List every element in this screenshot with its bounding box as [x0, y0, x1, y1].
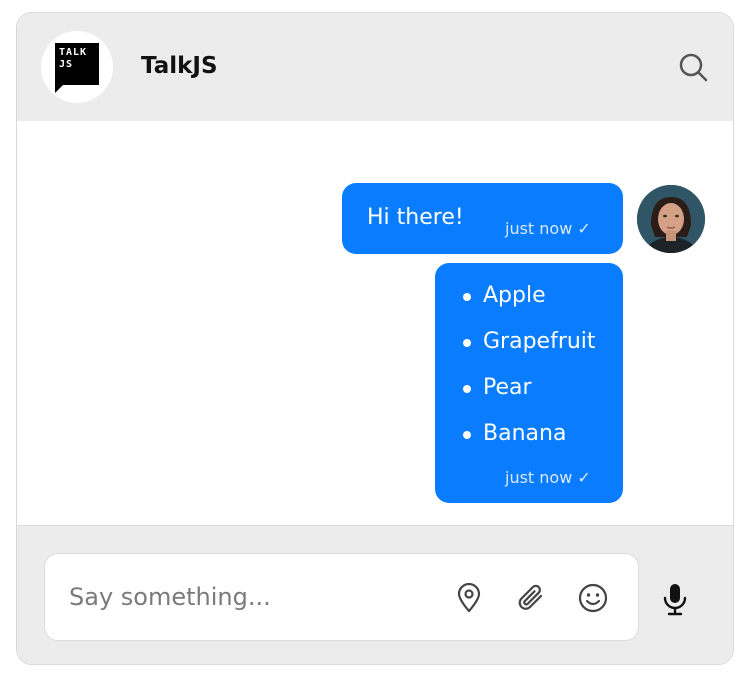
message-bubble[interactable]: Hi there! just now ✓	[342, 183, 623, 254]
message-list-items: Apple Grapefruit Pear Banana	[463, 281, 596, 465]
location-pin-icon[interactable]	[453, 582, 485, 614]
list-item: Apple	[463, 281, 596, 327]
conversation-title: TalkJS	[141, 53, 218, 79]
search-icon[interactable]	[677, 51, 709, 83]
list-item: Pear	[463, 373, 596, 419]
composer-area: Say something...	[17, 525, 733, 664]
chat-header: TALK JS TalkJS	[17, 13, 733, 122]
logo-line2: JS	[59, 59, 74, 70]
smiley-icon[interactable]	[577, 582, 609, 614]
list-item: Grapefruit	[463, 327, 596, 373]
logo-box: TALK JS	[55, 43, 99, 85]
list-item: Banana	[463, 419, 596, 465]
message-bubble[interactable]: Apple Grapefruit Pear Banana just now ✓	[435, 263, 623, 503]
message-input[interactable]: Say something...	[44, 553, 639, 641]
message-status: just now ✓	[505, 219, 591, 238]
message-status: just now ✓	[505, 468, 591, 487]
message-placeholder: Say something...	[69, 583, 271, 611]
message-text: Hi there!	[367, 205, 464, 230]
paperclip-icon[interactable]	[515, 582, 547, 614]
talkjs-logo: TALK JS	[41, 31, 113, 103]
chat-window: TALK JS TalkJS Hi there! just now ✓ Appl…	[16, 12, 734, 665]
message-list: Hi there! just now ✓ Apple Grapefruit Pe…	[17, 121, 733, 525]
logo-tail	[55, 85, 63, 93]
microphone-icon[interactable]	[657, 581, 693, 617]
logo-line1: TALK	[59, 47, 88, 58]
avatar[interactable]	[637, 185, 705, 253]
